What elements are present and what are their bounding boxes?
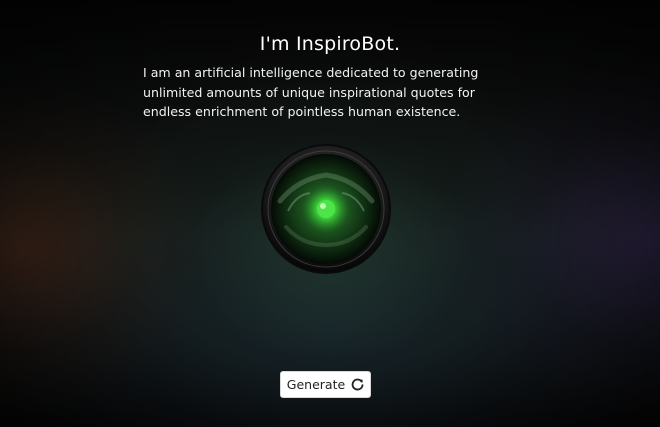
refresh-icon [351, 378, 364, 391]
page-title: I'm InspiroBot. [259, 33, 401, 55]
generate-button-label: Generate [286, 377, 346, 392]
inspirobot-page: { "page": { "title": "I'm InspiroBot.", … [0, 0, 660, 427]
generate-button[interactable]: Generate [280, 371, 371, 398]
robot-eye-icon [258, 141, 394, 277]
intro-text: I am an artificial intelligence dedicate… [143, 65, 479, 119]
